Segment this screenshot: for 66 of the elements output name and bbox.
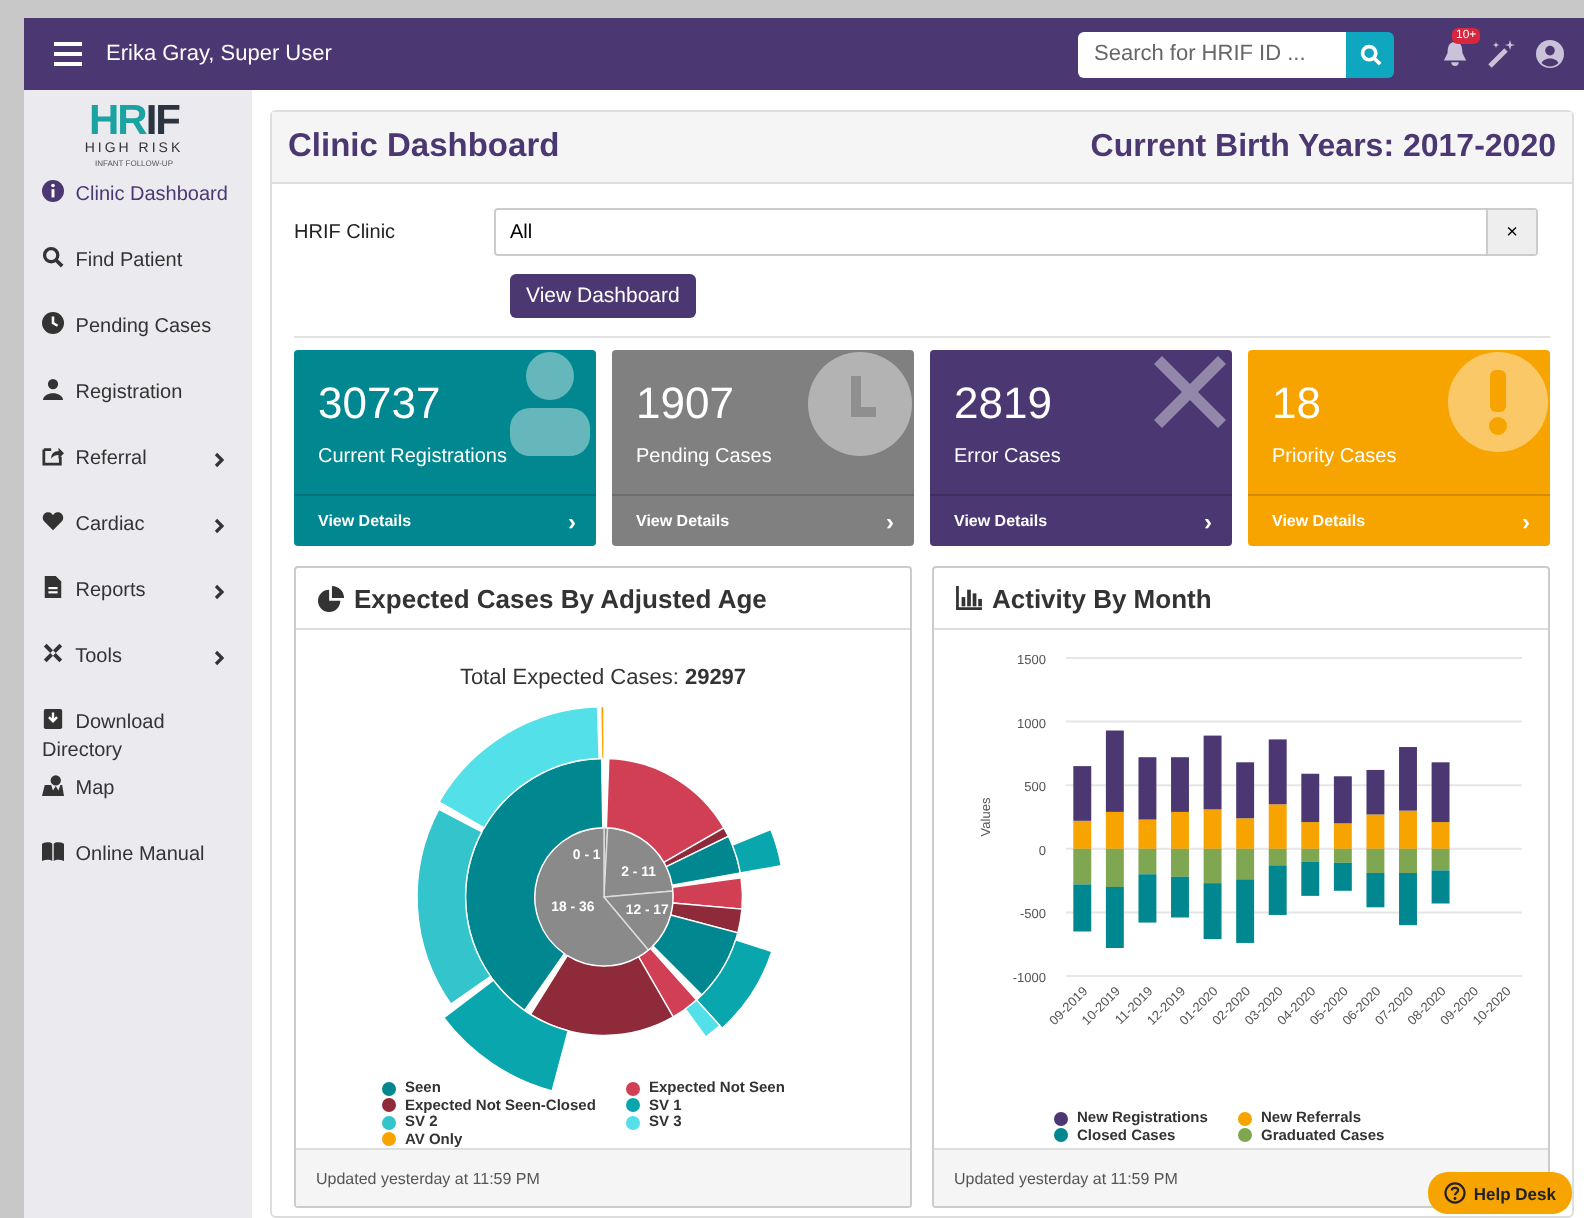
bar-chart-icon (956, 586, 982, 610)
heart-icon (42, 510, 64, 532)
stat-count: 30737 (318, 378, 443, 430)
share-icon (42, 444, 64, 466)
sidebar-item[interactable]: Download Directory (24, 708, 204, 774)
updated-timestamp: Updated yesterday at 11:59 PM (296, 1148, 910, 1206)
sidebar-item[interactable]: Find Patient (24, 246, 252, 312)
sidebar-item[interactable]: Clinic Dashboard (24, 180, 252, 246)
bar (1365, 814, 1384, 849)
clinic-select[interactable]: All × (494, 208, 1538, 256)
stat-count: 1907 (636, 378, 736, 430)
clear-button[interactable]: × (1486, 210, 1536, 254)
bar (1072, 884, 1091, 932)
sidebar-item[interactable]: Pending Cases (24, 312, 252, 378)
chevron-icon (214, 518, 224, 534)
stat-label: Pending Cases (636, 446, 774, 468)
chevron-icon (214, 650, 224, 666)
field-label: HRIF Clinic (294, 221, 398, 243)
sidebar-item[interactable]: Referral (24, 444, 252, 510)
user-icon (506, 352, 594, 456)
cross-icon (1150, 352, 1230, 432)
page-title: Clinic Dashboard (288, 128, 560, 166)
search-icon (42, 246, 64, 268)
info-icon (42, 180, 64, 202)
file-icon (42, 576, 64, 598)
birth-years-heading: Current Birth Years: 2017-2020 (1090, 129, 1556, 165)
stat-label: Current Registrations (318, 446, 509, 468)
bar (1365, 769, 1384, 815)
book-icon (42, 840, 64, 862)
magic-wand-icon[interactable] (1488, 40, 1516, 68)
menu-icon[interactable] (54, 42, 82, 66)
help-icon (1443, 1182, 1466, 1204)
search-icon (1359, 43, 1381, 65)
view-details-link[interactable]: View Details › (294, 494, 596, 546)
sidebar-item[interactable]: Reports (24, 576, 252, 642)
user-name: Erika Gray, Super User (106, 42, 332, 66)
stat-count: 18 (1272, 378, 1323, 430)
chart-title: Expected Cases By Adjusted Age (354, 583, 767, 613)
bar (1072, 848, 1091, 885)
chevron-icon (214, 584, 224, 600)
view-dashboard-button[interactable]: View Dashboard (510, 274, 696, 318)
search-field[interactable]: Search for HRIF ID ... (1078, 31, 1346, 77)
tools-icon (42, 642, 64, 664)
sidebar-item[interactable]: Online Manual (24, 840, 252, 906)
view-details-link[interactable]: View Details › (612, 494, 914, 546)
stat-count: 2819 (954, 378, 1054, 430)
chevron-icon (214, 452, 224, 468)
clock-icon (42, 312, 64, 334)
user-avatar-icon[interactable] (1536, 40, 1564, 68)
sidebar-item[interactable]: Registration (24, 378, 252, 444)
sidebar-item[interactable]: Cardiac (24, 510, 252, 576)
download-icon (42, 708, 64, 730)
logo-mark: HRIF (88, 102, 179, 142)
total-expected-cases: Total Expected Cases: 29297 (459, 666, 747, 690)
view-details-link[interactable]: View Details › (930, 494, 1232, 546)
search-button[interactable] (1346, 31, 1394, 77)
user-icon (42, 378, 64, 400)
stat-label: Priority Cases (1272, 446, 1399, 468)
chart-title: Activity By Month (992, 583, 1212, 613)
map-icon (42, 774, 64, 796)
sidebar-item[interactable]: Map (24, 774, 252, 840)
sidebar-item[interactable]: Tools (24, 642, 252, 708)
stat-label: Error Cases (954, 446, 1063, 468)
pie-chart-icon (318, 585, 344, 611)
help-desk-button[interactable]: Help Desk (1427, 1172, 1572, 1214)
bell-icon[interactable] (1442, 40, 1468, 68)
